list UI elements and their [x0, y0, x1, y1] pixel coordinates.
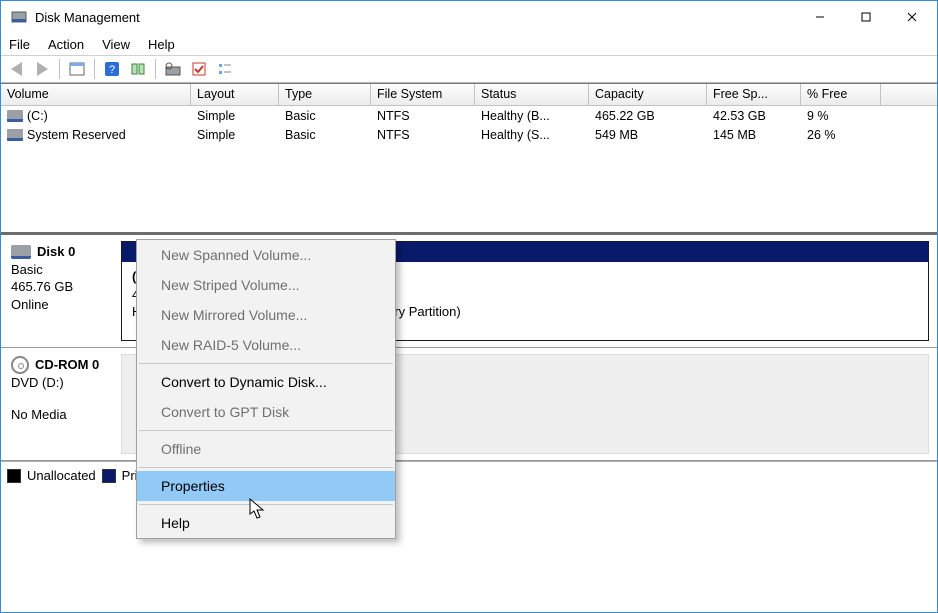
disk-info: Disk 0 Basic 465.76 GB Online [1, 235, 121, 347]
settings-button[interactable] [162, 58, 184, 80]
menu-file[interactable]: File [9, 37, 30, 52]
volume-free: 42.53 GB [707, 108, 801, 124]
volume-layout: Simple [191, 108, 279, 124]
arrow-left-icon [11, 62, 22, 76]
context-menu-item: Offline [137, 434, 395, 464]
col-type[interactable]: Type [279, 84, 371, 105]
volume-layout: Simple [191, 127, 279, 143]
disk-status: Online [11, 296, 111, 314]
legend-swatch-primary [102, 469, 116, 483]
volume-pctfree: 26 % [801, 127, 881, 143]
context-menu: New Spanned Volume...New Striped Volume.… [136, 239, 396, 539]
volume-status: Healthy (S... [475, 127, 589, 143]
legend-label-unallocated: Unallocated [27, 468, 96, 483]
action-button[interactable] [188, 58, 210, 80]
col-filesystem[interactable]: File System [371, 84, 475, 105]
menu-view[interactable]: View [102, 37, 130, 52]
minimize-button[interactable] [797, 2, 843, 32]
show-hide-console-tree-button[interactable] [66, 58, 88, 80]
volume-type: Basic [279, 127, 371, 143]
volume-status: Healthy (B... [475, 108, 589, 124]
menubar: File Action View Help [1, 33, 937, 55]
context-menu-item: New Spanned Volume... [137, 240, 395, 270]
disk-status: No Media [11, 406, 111, 424]
col-layout[interactable]: Layout [191, 84, 279, 105]
context-menu-item: New RAID-5 Volume... [137, 330, 395, 360]
context-menu-item[interactable]: Convert to Dynamic Disk... [137, 367, 395, 397]
volume-fs: NTFS [371, 127, 475, 143]
disk-info: CD-ROM 0 DVD (D:) No Media [1, 348, 121, 460]
drive-icon [7, 110, 23, 122]
volume-capacity: 549 MB [589, 127, 707, 143]
disk-name-label: CD-ROM 0 [35, 356, 99, 374]
context-menu-item: Convert to GPT Disk [137, 397, 395, 427]
maximize-button[interactable] [843, 2, 889, 32]
close-button[interactable] [889, 2, 935, 32]
volume-row[interactable]: System Reserved Simple Basic NTFS Health… [1, 125, 937, 144]
back-button[interactable] [5, 58, 27, 80]
volume-fs: NTFS [371, 108, 475, 124]
arrow-right-icon [37, 62, 48, 76]
context-menu-item: New Mirrored Volume... [137, 300, 395, 330]
context-menu-item: New Striped Volume... [137, 270, 395, 300]
disk-type: DVD (D:) [11, 374, 111, 392]
toolbar: ? [1, 55, 937, 83]
svg-text:?: ? [109, 64, 115, 76]
volume-row[interactable]: (C:) Simple Basic NTFS Healthy (B... 465… [1, 106, 937, 125]
volume-pctfree: 9 % [801, 108, 881, 124]
volume-list-header: Volume Layout Type File System Status Ca… [1, 84, 937, 106]
menu-action[interactable]: Action [48, 37, 84, 52]
disk-icon [11, 245, 31, 259]
mouse-cursor-icon [249, 498, 267, 520]
window-controls [797, 2, 935, 32]
disk-type: Basic [11, 261, 111, 279]
drive-icon [7, 129, 23, 141]
col-pctfree[interactable]: % Free [801, 84, 881, 105]
volume-name: (C:) [27, 109, 48, 123]
volume-list-pane: Volume Layout Type File System Status Ca… [1, 83, 937, 232]
refresh-button[interactable] [127, 58, 149, 80]
menu-help[interactable]: Help [148, 37, 175, 52]
context-menu-item[interactable]: Properties [137, 471, 395, 501]
app-icon [11, 9, 27, 25]
titlebar: Disk Management [1, 1, 937, 33]
help-icon-button[interactable]: ? [101, 58, 123, 80]
col-status[interactable]: Status [475, 84, 589, 105]
forward-button[interactable] [31, 58, 53, 80]
col-capacity[interactable]: Capacity [589, 84, 707, 105]
window-title: Disk Management [35, 10, 797, 25]
volume-capacity: 465.22 GB [589, 108, 707, 124]
disk-size: 465.76 GB [11, 278, 111, 296]
disk-name-label: Disk 0 [37, 243, 75, 261]
legend-swatch-unallocated [7, 469, 21, 483]
cdrom-icon [11, 356, 29, 374]
list-button[interactable] [214, 58, 236, 80]
volume-free: 145 MB [707, 127, 801, 143]
col-free[interactable]: Free Sp... [707, 84, 801, 105]
volume-type: Basic [279, 108, 371, 124]
col-volume[interactable]: Volume [1, 84, 191, 105]
volume-name: System Reserved [27, 128, 126, 142]
